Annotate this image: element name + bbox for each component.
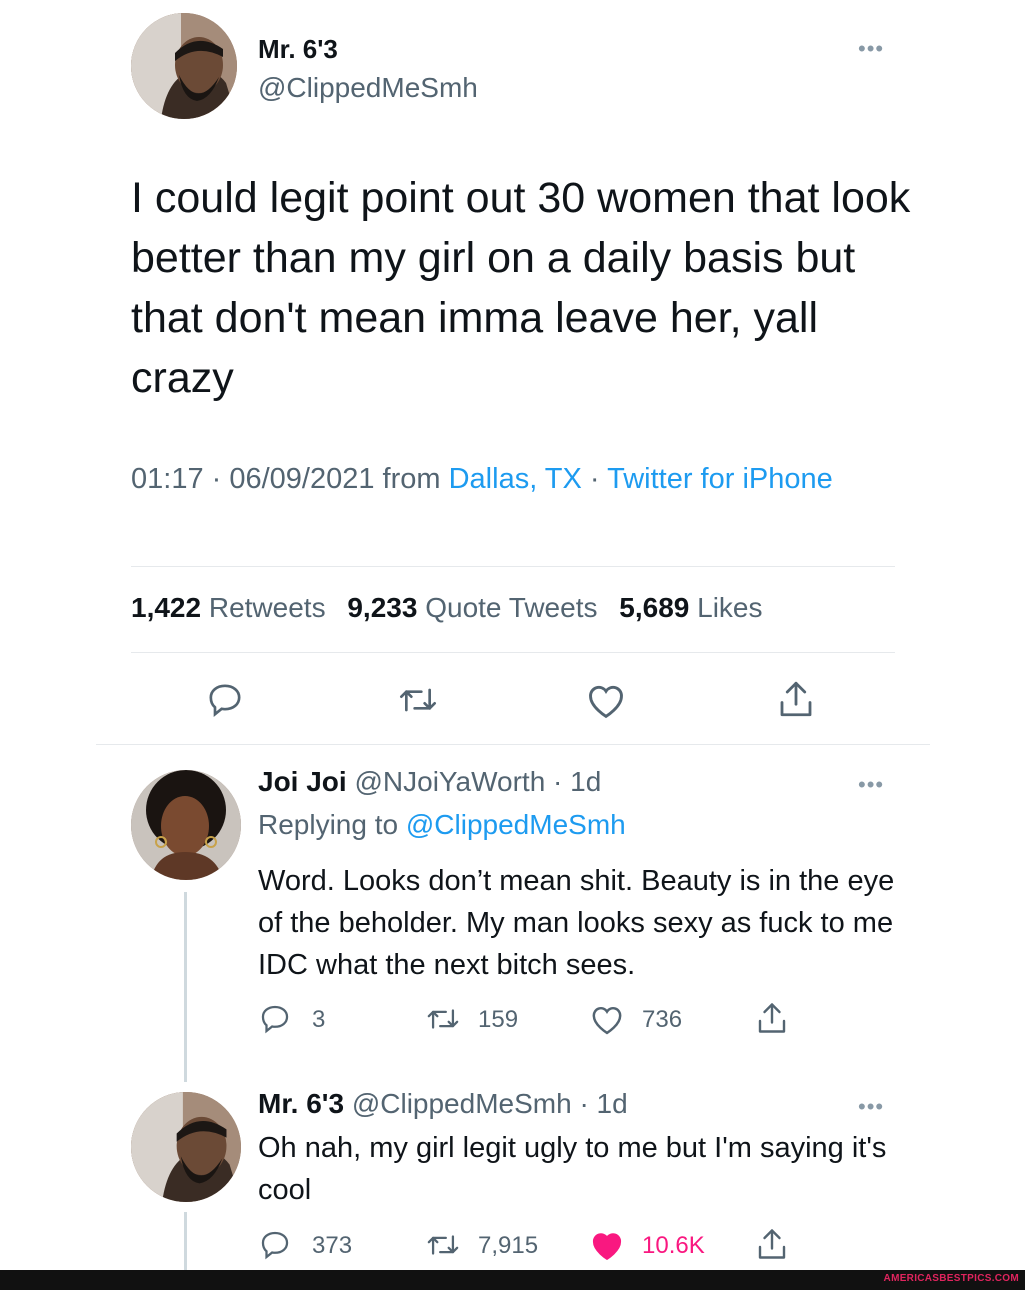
reply-count: 373 — [312, 1232, 353, 1259]
watermark: AMERICASBESTPICS.COM — [883, 1273, 1019, 1284]
reply-author-name[interactable]: Joi Joi — [258, 766, 347, 797]
author-avatar[interactable] — [131, 13, 237, 119]
tweet-stats: 1,422 Retweets 9,233 Quote Tweets 5,689 … — [131, 592, 763, 624]
thread-line — [184, 892, 187, 1082]
reply-header: Mr. 6'3 @ClippedMeSmh · 1d — [258, 1088, 628, 1120]
avatar-photo — [131, 13, 237, 119]
section-divider — [96, 744, 930, 745]
retweet-icon[interactable] — [424, 1002, 462, 1036]
reply-icon[interactable] — [205, 680, 245, 720]
like-icon[interactable] — [584, 680, 628, 720]
quote-tweets-stat[interactable]: 9,233 Quote Tweets — [347, 592, 597, 623]
tweet-source-link[interactable]: Twitter for iPhone — [607, 463, 833, 495]
author-name[interactable]: Mr. 6'3 — [258, 34, 338, 65]
replying-to-link[interactable]: @ClippedMeSmh — [406, 809, 626, 840]
likes-stat[interactable]: 5,689 Likes — [619, 592, 762, 623]
retweets-stat[interactable]: 1,422 Retweets — [131, 592, 326, 623]
reply-header: Joi Joi @NJoiYaWorth · 1d — [258, 766, 601, 798]
avatar-photo — [131, 770, 241, 880]
retweet-count: 7,915 — [478, 1232, 539, 1259]
retweet-icon[interactable] — [424, 1228, 462, 1262]
reply-avatar[interactable] — [131, 770, 241, 880]
reply-age: · 1d — [579, 1088, 628, 1119]
thread-line — [184, 1212, 187, 1270]
retweet-icon[interactable] — [396, 680, 440, 720]
divider — [131, 652, 895, 653]
reply-avatar[interactable] — [131, 1092, 241, 1202]
like-icon[interactable] — [588, 1002, 626, 1036]
more-options-icon[interactable]: ••• — [858, 1094, 884, 1120]
reply-author-handle[interactable]: @NJoiYaWorth — [354, 766, 545, 797]
more-options-icon[interactable]: ••• — [858, 772, 884, 798]
reply-text: Word. Looks don’t mean shit. Beauty is i… — [258, 865, 895, 981]
like-count: 736 — [642, 1006, 683, 1033]
reply-text: Oh nah, my girl legit ugly to me but I'm… — [258, 1132, 887, 1206]
reply-icon[interactable] — [258, 1228, 292, 1262]
replying-to: Replying to @ClippedMeSmh — [258, 809, 626, 841]
footer-bar — [0, 1270, 1025, 1290]
tweet-location-link[interactable]: Dallas, TX — [449, 463, 582, 495]
meta-separator: · — [581, 463, 608, 495]
reply-author-name[interactable]: Mr. 6'3 — [258, 1088, 344, 1119]
share-icon[interactable] — [754, 1226, 790, 1262]
divider — [131, 566, 895, 567]
reply-count: 3 — [312, 1006, 326, 1033]
tweet-meta: 01:17 · 06/09/2021 from Dallas, TX · Twi… — [131, 458, 891, 501]
retweet-count: 159 — [478, 1006, 519, 1033]
like-count: 10.6K — [642, 1232, 705, 1259]
share-icon[interactable] — [754, 1000, 790, 1036]
tweet-text: I could legit point out 30 women that lo… — [131, 174, 911, 402]
liked-heart-icon[interactable] — [588, 1228, 626, 1262]
reply-icon[interactable] — [258, 1002, 292, 1036]
avatar-photo — [131, 1092, 241, 1202]
reply-age: · 1d — [553, 766, 602, 797]
reply-author-handle[interactable]: @ClippedMeSmh — [352, 1088, 572, 1119]
author-handle[interactable]: @ClippedMeSmh — [258, 72, 478, 104]
replying-to-label: Replying to — [258, 809, 406, 840]
share-icon[interactable] — [775, 678, 817, 720]
more-options-icon[interactable]: ••• — [858, 36, 884, 62]
tweet-timestamp[interactable]: 01:17 · 06/09/2021 from — [131, 463, 449, 495]
